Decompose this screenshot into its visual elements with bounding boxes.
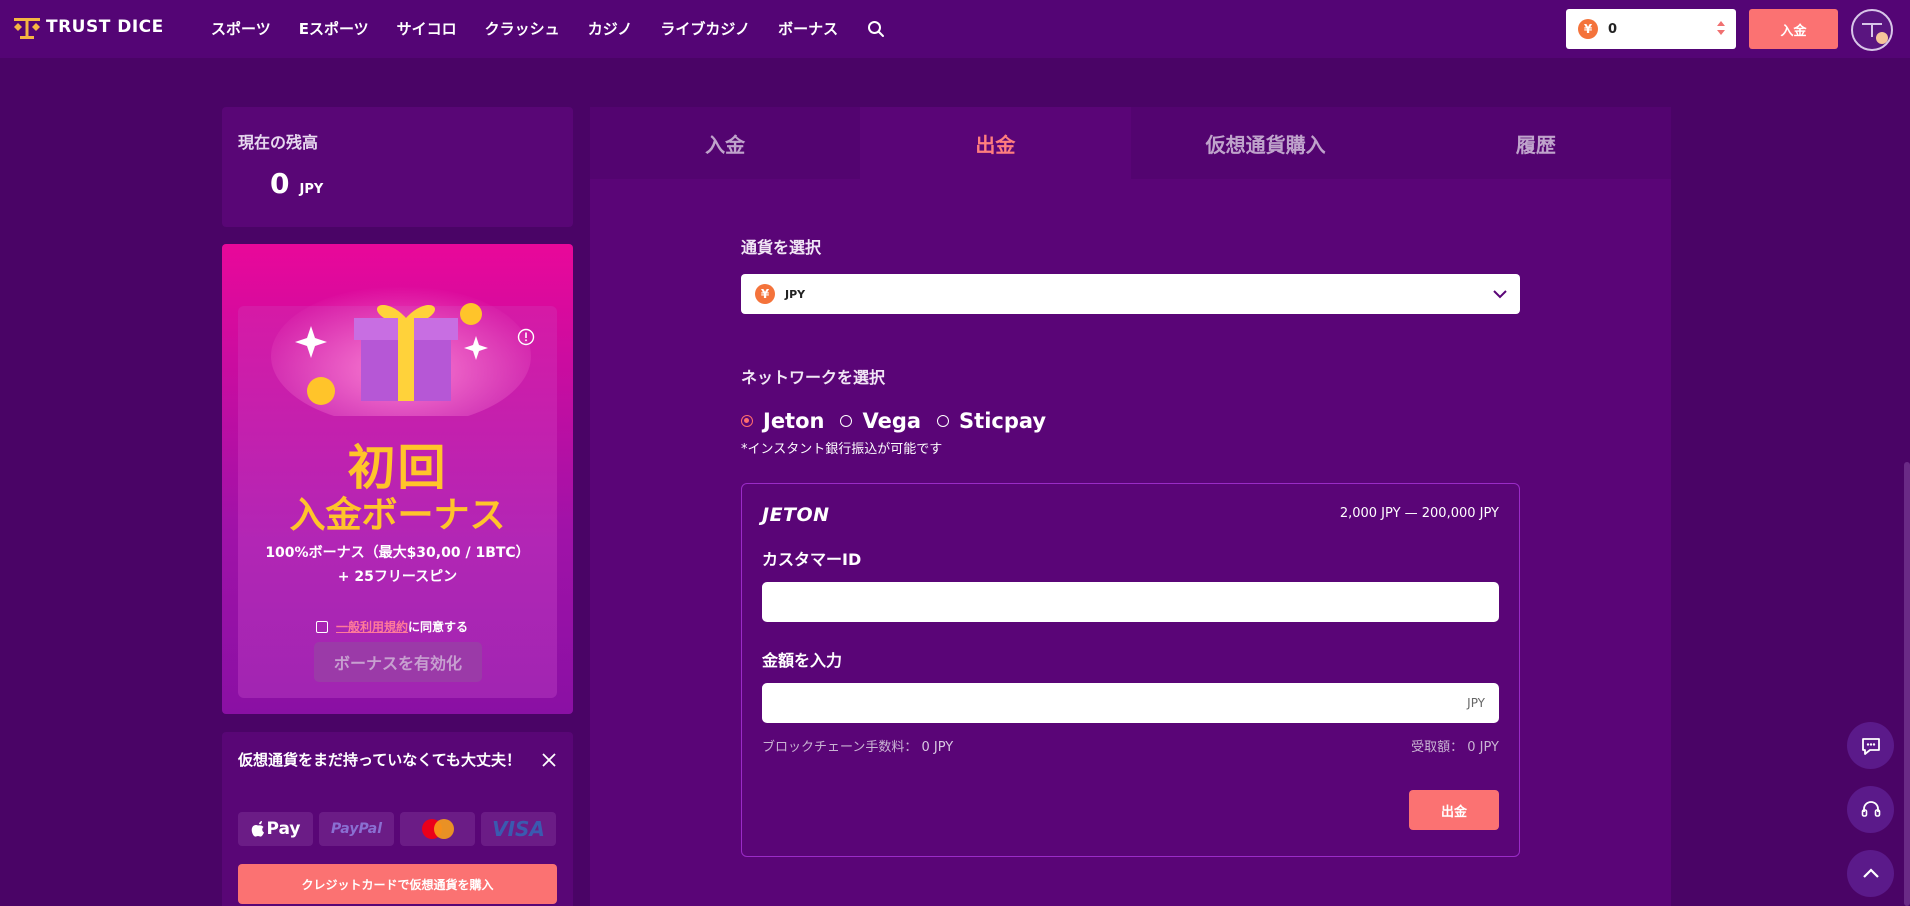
fee-value: 0 JPY [921,740,954,755]
sort-arrows-icon [1717,21,1725,35]
wallet-tabs: 入金 出金 仮想通貨購入 履歴 [590,107,1671,179]
network-select-label: ネットワークを選択 [741,368,886,387]
currency-code: JPY [785,287,806,301]
terms-checkbox[interactable] [316,620,328,633]
bonus-title-deposit: 入金ボーナス [289,495,506,536]
customer-id-label: カスタマーID [762,550,862,569]
buy-crypto-card: 仮想通貨をまだ持っていなくても大丈夫！ Pay PayPal VISA クレジッ… [222,732,573,906]
radio-dot [840,415,853,427]
close-icon[interactable] [541,752,557,768]
payment-methods: Pay PayPal VISA [238,812,556,846]
tab-buy-crypto[interactable]: 仮想通貨購入 [1130,107,1401,179]
receive-amount: 受取額： 0 JPY [1411,736,1499,755]
nav-crash[interactable]: クラッシュ [485,18,560,39]
top-header: TRUST DICE スポーツ Eスポーツ サイコロ クラッシュ カジノ ライブ… [0,0,1910,58]
amount-input[interactable] [762,683,1499,723]
withdraw-button[interactable]: 出金 [1409,790,1499,830]
buy-crypto-card-button[interactable]: クレジットカードで仮想通貨を購入 [238,864,557,904]
buy-crypto-title: 仮想通貨をまだ持っていなくても大丈夫！ [238,751,522,769]
first-deposit-bonus-card: 初回 入金ボーナス 100%ボーナス（最大$30,00 / 1BTC） + 25… [222,244,573,714]
blockchain-fee: ブロックチェーン手数料： 0 JPY [762,736,953,755]
receive-value: 0 JPY [1467,740,1499,755]
headset-icon [1861,800,1880,817]
support-button[interactable] [1847,786,1894,833]
visa-logo: VISA [481,812,556,846]
jpy-coin-icon: ¥ [1578,19,1598,39]
activate-bonus-button[interactable]: ボーナスを有効化 [314,642,482,682]
current-balance-amount: 0 JPY [270,167,557,200]
user-avatar[interactable] [1851,9,1893,51]
bonus-detail-percent: 100%ボーナス（最大$30,00 / 1BTC） [265,545,530,561]
network-note: *インスタント銀行振込が可能です [741,442,943,457]
main-nav: スポーツ Eスポーツ サイコロ クラッシュ カジノ ライブカジノ ボーナス [211,18,886,39]
gift-box-icon [271,286,531,416]
nav-esports[interactable]: Eスポーツ [299,18,369,39]
wallet-balance-select[interactable]: ¥ 0 [1566,9,1736,49]
current-balance-label: 現在の残高 [238,133,319,152]
jeton-withdraw-form: JETON 2,000 JPY — 200,000 JPY カスタマーID 金額… [741,483,1520,857]
network-radio-jeton[interactable]: Jeton [741,409,824,433]
terms-link[interactable]: 一般利用規約 [336,620,408,634]
nav-live-casino[interactable]: ライブカジノ [660,18,750,39]
tab-withdraw[interactable]: 出金 [860,107,1131,179]
receive-label: 受取額： [1411,740,1464,755]
currency-select[interactable]: ¥ JPY [741,274,1520,314]
apple-pay-text: Pay [266,819,301,839]
network-name: Sticpay [959,409,1047,433]
bonus-inner: 初回 入金ボーナス 100%ボーナス（最大$30,00 / 1BTC） + 25… [238,286,557,698]
brand-logo[interactable]: TRUST DICE [12,14,164,40]
jeton-logo: JETON [762,504,830,526]
tab-deposit[interactable]: 入金 [590,107,861,179]
wallet-balance-value: 0 [1608,21,1618,37]
network-radio-sticpay[interactable]: Sticpay [937,409,1046,433]
mastercard-logo [400,812,475,846]
wallet-main-panel: 入金 出金 仮想通貨購入 履歴 通貨を選択 ¥ JPY ネットワークを選択 Je… [590,107,1671,906]
page-scrollbar[interactable] [1904,462,1910,906]
paypal-logo: PayPal [319,812,394,846]
info-icon[interactable] [517,328,535,346]
apple-pay-logo: Pay [238,812,313,846]
terms-suffix: に同意する [408,620,469,634]
terms-agreement: 一般利用規約に同意する [316,618,468,635]
radio-dot [937,415,950,427]
search-icon[interactable] [866,19,886,39]
chat-button[interactable] [1847,722,1894,769]
nav-bonus[interactable]: ボーナス [778,18,838,39]
customer-id-input[interactable] [762,582,1499,622]
tab-history[interactable]: 履歴 [1400,107,1671,179]
apple-icon [252,821,265,837]
current-balance-panel: 現在の残高 0 JPY [222,107,573,227]
brand-name: TRUST DICE [46,17,164,37]
network-name: Jeton [763,409,825,433]
header-deposit-button[interactable]: 入金 [1749,9,1838,49]
balance-number: 0 [270,167,290,200]
chevron-down-icon [1493,290,1507,299]
chat-bubble-icon [1861,737,1880,755]
network-name: Vega [862,409,922,433]
nav-sports[interactable]: スポーツ [211,18,271,39]
balance-currency: JPY [299,182,324,197]
scroll-top-button[interactable] [1847,850,1894,897]
mastercard-icon [421,819,454,839]
fee-label: ブロックチェーン手数料： [762,740,918,755]
trustdice-logo-icon [14,18,40,39]
network-radio-group: Jeton Vega Sticpay [741,409,1062,433]
network-radio-vega[interactable]: Vega [840,409,921,433]
radio-dot [741,415,753,427]
amount-currency-suffix: JPY [1467,696,1485,710]
nav-casino[interactable]: カジノ [588,18,633,39]
nav-dice[interactable]: サイコロ [397,18,457,39]
bonus-detail-spins: + 25フリースピン [337,569,458,585]
currency-select-label: 通貨を選択 [741,238,822,257]
jpy-coin-icon: ¥ [755,284,775,304]
withdraw-range: 2,000 JPY — 200,000 JPY [1339,506,1499,521]
amount-label: 金額を入力 [762,651,843,670]
chevron-up-icon [1862,867,1879,878]
avatar-scale-icon [1862,23,1888,44]
